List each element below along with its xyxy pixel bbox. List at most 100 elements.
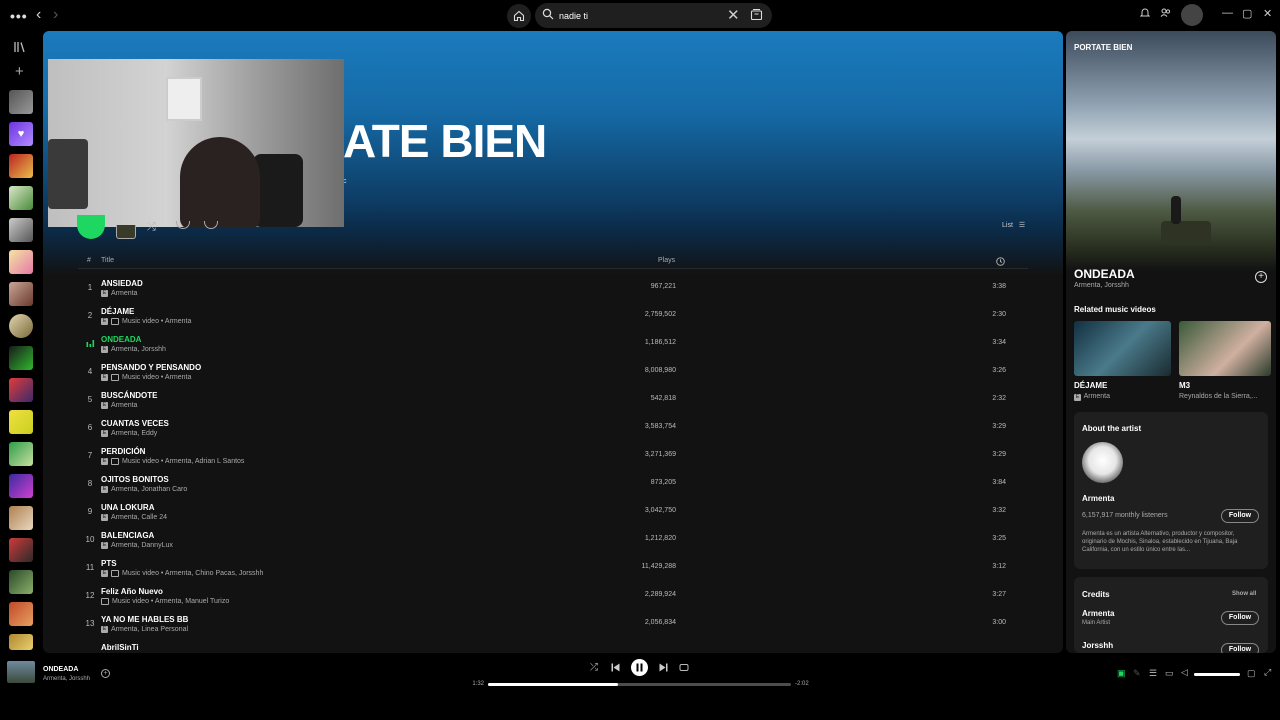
track-row[interactable]: 5 BUSCÁNDOTE E Armenta 542,818 2:32 [78, 386, 1028, 414]
track-artists[interactable]: Music video • Armenta, Adrian L Santos [122, 458, 244, 465]
follow-button[interactable]: Follow [1221, 509, 1259, 523]
about-artist-card[interactable]: About the artist Armenta 6,157,917 month… [1074, 412, 1268, 569]
home-button[interactable] [507, 4, 531, 28]
library-item[interactable] [9, 506, 33, 530]
related-video-title[interactable]: DÉJAME [1074, 381, 1107, 390]
create-playlist-icon[interactable]: + [15, 63, 24, 80]
shuffle-icon[interactable]: ⤮ [147, 221, 156, 234]
track-title[interactable]: PENSANDO Y PENSANDO [101, 363, 201, 372]
play-button[interactable] [77, 215, 105, 239]
track-artists[interactable]: Armenta, Calle 24 [111, 514, 167, 521]
profile-avatar[interactable] [1181, 4, 1203, 26]
search-input[interactable] [559, 7, 729, 24]
library-item[interactable] [9, 378, 33, 402]
next-icon[interactable] [659, 663, 668, 672]
follow-button[interactable]: Follow [1221, 643, 1259, 653]
download-icon[interactable] [204, 221, 218, 229]
library-item[interactable] [9, 218, 33, 242]
add-to-playlist-icon[interactable]: + [1255, 271, 1267, 283]
related-video-artist-text[interactable]: Armenta [1084, 393, 1110, 400]
track-title[interactable]: YA NO ME HABLES BB [101, 615, 188, 624]
pause-button[interactable] [631, 659, 648, 676]
follow-button[interactable]: Follow [1221, 611, 1259, 625]
track-artists[interactable]: Armenta, DannyLux [111, 542, 173, 549]
library-item[interactable] [9, 154, 33, 178]
volume-icon[interactable]: ◁ [1181, 667, 1188, 678]
forward-arrow-icon[interactable]: › [53, 6, 58, 24]
credit-name[interactable]: Armenta [1082, 609, 1114, 618]
track-artists[interactable]: Armenta, Jonathan Caro [111, 486, 187, 493]
track-title[interactable]: BALENCIAGA [101, 531, 154, 540]
header-plays[interactable]: Plays [658, 257, 675, 264]
player-track-artists[interactable]: Armenta, Jorsshh [43, 676, 90, 682]
library-item[interactable] [9, 90, 33, 114]
mini-player-icon[interactable]: ▢ [1247, 668, 1256, 679]
library-item[interactable] [9, 186, 33, 210]
now-playing-thumb[interactable] [7, 661, 35, 683]
shuffle-icon[interactable]: ⤮ [590, 662, 598, 673]
library-item[interactable] [9, 634, 33, 650]
panel-track-title[interactable]: ONDEADA [1074, 267, 1135, 281]
track-row[interactable]: 13 YA NO ME HABLES BB E Armenta, Linea Pers… [78, 610, 1028, 638]
panel-track-artists[interactable]: Armenta, Jorsshh [1074, 282, 1129, 289]
track-artists[interactable]: Armenta, Jorsshh [111, 346, 166, 353]
player-track-title[interactable]: ONDEADA [43, 666, 78, 673]
track-row[interactable]: 1 ANSIEDAD E Armenta 967,221 3:38 [78, 274, 1028, 302]
show-all-link[interactable]: Show all [1232, 591, 1256, 597]
library-item[interactable] [9, 282, 33, 306]
track-artists[interactable]: Music video • Armenta [122, 374, 191, 381]
add-to-liked-icon[interactable]: + [101, 669, 110, 678]
track-title[interactable]: PTS [101, 559, 117, 568]
track-row[interactable]: 6 CUANTAS VECES E Armenta, Eddy 3,583,754 3:2… [78, 414, 1028, 442]
track-artists[interactable]: Armenta [111, 402, 137, 409]
fullscreen-icon[interactable]: ⤢ [1264, 667, 1271, 678]
artist-name[interactable]: Armenta [1082, 494, 1114, 503]
queue-icon[interactable]: ☰ [1149, 668, 1157, 679]
maximize-icon[interactable]: ▢ [1242, 7, 1252, 20]
related-video-thumb[interactable] [1074, 321, 1171, 376]
library-item[interactable] [9, 442, 33, 466]
track-title[interactable]: UNA LOKURA [101, 503, 154, 512]
browse-icon[interactable] [750, 8, 763, 21]
library-item[interactable] [9, 410, 33, 434]
track-artists[interactable]: Music video • Armenta [122, 318, 191, 325]
track-title[interactable]: ONDEADA [101, 335, 141, 344]
related-video-thumb[interactable] [1179, 321, 1271, 376]
back-arrow-icon[interactable]: ‹ [36, 6, 41, 24]
connect-device-icon[interactable]: ▭ [1165, 668, 1174, 679]
track-row[interactable]: 7 PERDICIÓN E Music video • Armenta, Adrian… [78, 442, 1028, 470]
library-item[interactable] [9, 570, 33, 594]
library-item[interactable] [9, 602, 33, 626]
library-icon[interactable] [13, 41, 26, 56]
track-row[interactable]: 9 UNA LOKURA E Armenta, Calle 24 3,042,750 3:… [78, 498, 1028, 526]
library-item[interactable] [9, 314, 33, 338]
library-item[interactable] [9, 474, 33, 498]
minimize-icon[interactable]: — [1222, 7, 1233, 19]
track-artists[interactable]: Armenta, Linea Personal [111, 626, 188, 633]
track-title[interactable]: DÉJAME [101, 307, 134, 316]
notifications-icon[interactable] [1139, 7, 1151, 21]
clear-search-icon[interactable]: ✕ [727, 6, 740, 24]
track-artists[interactable]: Armenta [111, 290, 137, 297]
credit-name[interactable]: Jorsshh [1082, 641, 1113, 650]
track-row[interactable]: 10 BALENCIAGA E Armenta, DannyLux 1,212,820 3… [78, 526, 1028, 554]
track-title[interactable]: ANSIEDAD [101, 279, 143, 288]
track-title[interactable]: OJITOS BONITOS [101, 475, 169, 484]
previous-icon[interactable] [611, 663, 620, 672]
library-item[interactable] [9, 538, 33, 562]
repeat-icon[interactable] [679, 663, 689, 672]
view-toggle[interactable]: List ☰ [1002, 221, 1025, 229]
related-video-title[interactable]: M3 [1179, 381, 1190, 390]
track-title[interactable]: AbrilSinTi [101, 643, 139, 652]
track-artists[interactable]: Armenta, Eddy [111, 430, 157, 437]
header-title[interactable]: Title [101, 257, 114, 264]
lyrics-icon[interactable]: ✎ [1133, 668, 1141, 679]
track-row[interactable]: 8 OJITOS BONITOS E Armenta, Jonathan Caro 87… [78, 470, 1028, 498]
menu-dots-icon[interactable]: ••• [10, 8, 28, 24]
track-row[interactable]: ONDEADA E Armenta, Jorsshh 1,186,512 3:34 [78, 330, 1028, 358]
close-window-icon[interactable]: ✕ [1263, 7, 1272, 20]
add-icon[interactable] [176, 221, 190, 229]
track-row[interactable]: 4 PENSANDO Y PENSANDO E Music video • Armen… [78, 358, 1028, 386]
now-playing-view-icon[interactable]: ▣ [1117, 668, 1126, 679]
track-title[interactable]: Feliz Año Nuevo [101, 587, 163, 596]
